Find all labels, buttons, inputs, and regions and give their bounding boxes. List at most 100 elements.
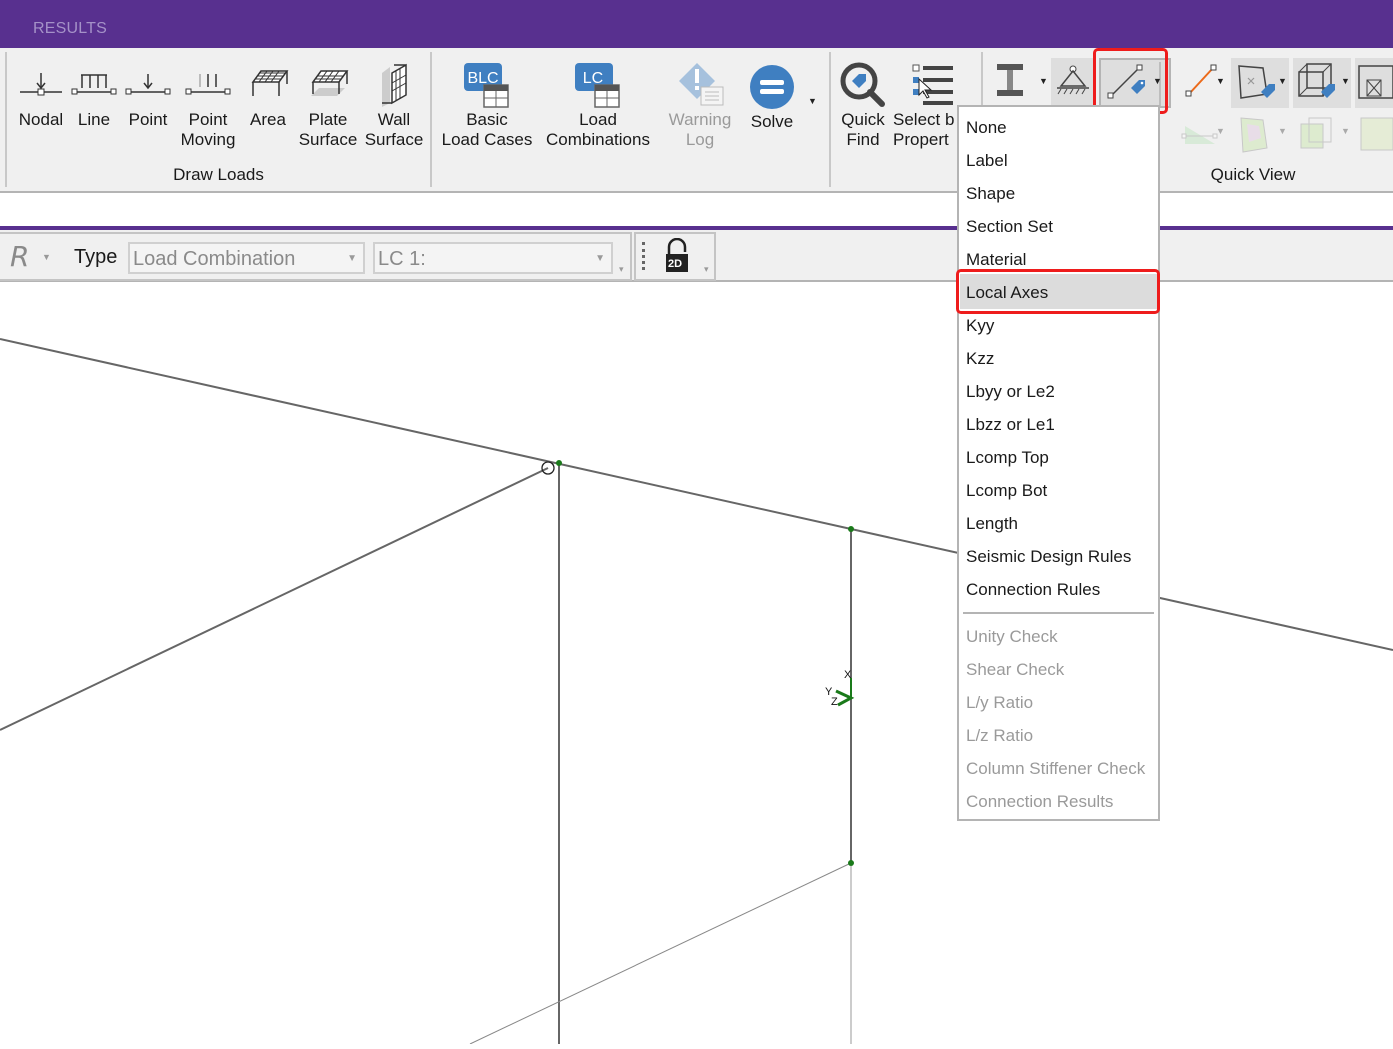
nodal-label: Nodal bbox=[18, 110, 64, 129]
tab-strip-area bbox=[0, 193, 1393, 228]
blc-table-icon: BLC bbox=[436, 60, 538, 110]
solve-label: Solve bbox=[750, 112, 794, 131]
support-icon bbox=[1057, 65, 1089, 95]
solid-contour-dropdown[interactable]: ▼ bbox=[1341, 126, 1350, 136]
plate-surface-load-icon bbox=[296, 60, 360, 110]
member-color-dropdown[interactable]: ▼ bbox=[1216, 76, 1225, 86]
quick-find-label-2: Find bbox=[846, 130, 880, 149]
quick-find-label-1: Quick bbox=[841, 110, 885, 129]
menu-item-shear-check: Shear Check bbox=[966, 660, 1065, 679]
solid-contour-view-button[interactable] bbox=[1297, 114, 1341, 154]
wall-panel-view-button[interactable] bbox=[1355, 58, 1393, 108]
local-axes-glyph: X Y Z bbox=[825, 669, 855, 708]
point-label: Point bbox=[128, 110, 168, 129]
load-combinations-button[interactable]: LC Load Combinations bbox=[540, 60, 656, 150]
results-mode-icon[interactable]: R bbox=[10, 240, 29, 273]
line-label: Line bbox=[77, 110, 111, 129]
i-beam-icon bbox=[997, 64, 1023, 96]
menu-item-unity-check: Unity Check bbox=[966, 627, 1058, 646]
node bbox=[556, 460, 562, 466]
warning-label-1: Warning bbox=[668, 110, 732, 129]
warning-log-button[interactable]: Warning Log bbox=[662, 60, 738, 150]
panel-overflow-icon[interactable]: ▾ bbox=[704, 264, 709, 275]
shape-view-dropdown[interactable]: ▼ bbox=[1039, 76, 1048, 86]
type-combobox[interactable]: Load Combination ▼ bbox=[128, 242, 365, 274]
menu-item-label[interactable]: Label bbox=[966, 144, 1008, 177]
2d-lock-button[interactable]: 2D bbox=[664, 237, 690, 274]
local-axis-x-label: X bbox=[844, 669, 852, 681]
menu-item-section-set[interactable]: Section Set bbox=[966, 210, 1053, 243]
plate-surface-load-button[interactable]: Plate Surface bbox=[296, 60, 360, 150]
area-label: Area bbox=[250, 110, 286, 129]
wall-contour-view-button[interactable] bbox=[1359, 114, 1393, 154]
menu-item-connection-results: Connection Results bbox=[966, 792, 1114, 811]
plate-contour-dropdown[interactable]: ▼ bbox=[1278, 126, 1287, 136]
solid-tag-icon bbox=[1298, 63, 1335, 98]
menu-item-length[interactable]: Length bbox=[966, 507, 1018, 540]
line-load-icon bbox=[69, 60, 119, 110]
member-diagram-icon bbox=[1181, 126, 1218, 144]
type-label: Type bbox=[74, 246, 118, 268]
member-left-brace bbox=[0, 467, 549, 731]
lc-label-1: Load bbox=[579, 110, 617, 129]
quick-find-button[interactable]: Quick Find bbox=[837, 60, 889, 150]
solid-contour-icon bbox=[1300, 117, 1332, 149]
solve-group: BLC Basic Load Cases LC Load Combination… bbox=[432, 52, 831, 187]
type-value: Load Combination bbox=[133, 248, 296, 270]
wall-surface-load-button[interactable]: Wall Surface bbox=[362, 60, 426, 150]
wall-contour-icon bbox=[1360, 117, 1393, 151]
member-lower-brace bbox=[469, 862, 852, 1045]
wall-surface-label-2: Surface bbox=[364, 130, 424, 149]
node bbox=[848, 860, 854, 866]
basic-load-cases-button[interactable]: BLC Basic Load Cases bbox=[436, 60, 538, 150]
menu-item-lcomp-top[interactable]: Lcomp Top bbox=[966, 441, 1049, 474]
results-mode-dropdown[interactable]: ▼ bbox=[42, 252, 51, 262]
member-diagram-view-button[interactable] bbox=[1179, 116, 1223, 156]
menu-item-connection-rules[interactable]: Connection Rules bbox=[966, 573, 1100, 606]
point-load-button[interactable]: Point bbox=[121, 60, 175, 130]
solid-view-dropdown[interactable]: ▼ bbox=[1341, 76, 1350, 86]
select-by-properties-icon bbox=[893, 60, 981, 110]
line-load-button[interactable]: Line bbox=[69, 60, 119, 130]
lc-label-2: Combinations bbox=[546, 130, 650, 149]
boundary-view-button[interactable] bbox=[1051, 58, 1095, 108]
model-view-canvas[interactable]: X Y Z bbox=[0, 282, 1393, 1045]
shape-view-button[interactable] bbox=[991, 58, 1041, 108]
menu-item-lbyy[interactable]: Lbyy or Le2 bbox=[966, 375, 1055, 408]
menu-item-column-stiffener-check: Column Stiffener Check bbox=[966, 759, 1146, 778]
quick-find-icon bbox=[837, 60, 889, 110]
menu-item-lz-ratio: L/z Ratio bbox=[966, 726, 1034, 745]
lc-table-icon: LC bbox=[540, 60, 656, 110]
solve-button[interactable]: Solve bbox=[740, 62, 804, 132]
plate-contour-view-button[interactable] bbox=[1235, 114, 1279, 154]
menu-item-kzz[interactable]: Kzz bbox=[966, 342, 994, 375]
tab-results[interactable]: RESULTS bbox=[33, 20, 107, 38]
point-moving-label-1: Point bbox=[188, 110, 228, 129]
grip-handle-icon[interactable] bbox=[642, 242, 647, 270]
menu-item-none[interactable]: None bbox=[966, 111, 1007, 144]
area-load-icon bbox=[241, 60, 295, 110]
menu-item-seismic-design-rules[interactable]: Seismic Design Rules bbox=[966, 540, 1131, 573]
point-moving-load-button[interactable]: Point Moving bbox=[177, 60, 239, 150]
plate-view-dropdown[interactable]: ▼ bbox=[1278, 76, 1287, 86]
highlight-local-axes-item bbox=[956, 269, 1160, 314]
plate-contour-icon bbox=[1240, 117, 1268, 153]
blc-label-2: Load Cases bbox=[441, 130, 533, 149]
point-moving-label-2: Moving bbox=[180, 130, 236, 149]
nodal-load-button[interactable]: Nodal bbox=[13, 60, 69, 130]
plate-tag-icon bbox=[1238, 65, 1275, 99]
menu-item-lbzz[interactable]: Lbzz or Le1 bbox=[966, 408, 1055, 441]
ribbon: Nodal Line Point Point Moving Area Plate… bbox=[0, 48, 1393, 193]
model-wireframe[interactable]: X Y Z bbox=[0, 282, 1393, 1045]
toolbar-overflow-icon[interactable]: ▾ bbox=[619, 264, 624, 275]
menu-item-lcomp-bot[interactable]: Lcomp Bot bbox=[966, 474, 1047, 507]
solve-dropdown-arrow[interactable]: ▼ bbox=[808, 96, 817, 106]
area-load-button[interactable]: Area bbox=[241, 60, 295, 130]
member-diagram-dropdown[interactable]: ▼ bbox=[1216, 126, 1225, 136]
plate-surface-label-1: Plate bbox=[308, 110, 348, 129]
menu-item-shape[interactable]: Shape bbox=[966, 177, 1015, 210]
load-case-combobox[interactable]: LC 1: ▼ bbox=[373, 242, 613, 274]
load-case-value: LC 1: bbox=[378, 248, 426, 270]
load-selection-panel: R ▼ Type Load Combination ▼ LC 1: ▼ ▾ bbox=[0, 232, 632, 281]
warning-icon bbox=[662, 60, 738, 110]
